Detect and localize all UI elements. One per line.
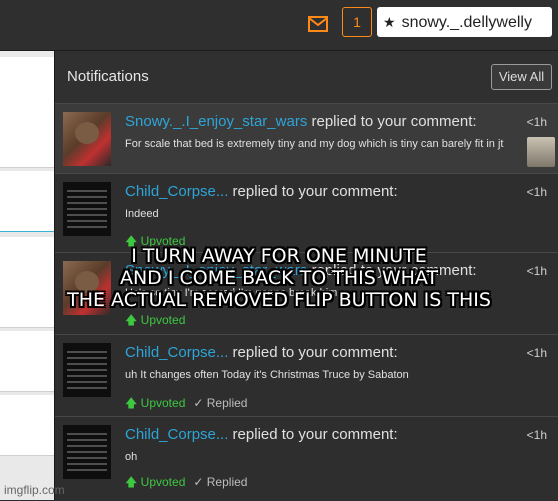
notification-title: Child_Corpse... replied to your comment: (125, 183, 398, 200)
comment-text: oh (125, 451, 138, 463)
caption-line: I TURN AWAY FOR ONE MINUTE (131, 245, 427, 267)
notification-title: Snowy._.I_enjoy_star_wars replied to you… (125, 113, 477, 130)
comment-text: For scale that bed is extremely tiny and… (125, 138, 504, 150)
status-row: 🡅 Upvoted ✓ Replied (125, 473, 247, 494)
panel-header: Notifications View All (55, 51, 558, 103)
timestamp: <1h (526, 346, 547, 360)
notification-title: Child_Corpse... replied to your comment: (125, 344, 398, 361)
user-link[interactable]: Child_Corpse... (125, 183, 228, 200)
page-row (0, 171, 54, 232)
meme-caption: I TURN AWAY FOR ONE MINUTE AND I COME BA… (0, 245, 558, 311)
page-row (0, 331, 54, 392)
top-bar: 1 ★ snowy._.dellywelly (0, 0, 558, 51)
view-all-button[interactable]: View All (491, 64, 552, 90)
watermark: imgflip.com (4, 483, 65, 497)
upvoted-label: Upvoted (140, 396, 186, 410)
image-thumbnail[interactable] (527, 137, 555, 167)
caption-line: AND I COME BACK TO THIS WHAT (119, 267, 439, 289)
page-row (0, 395, 54, 456)
notification-item[interactable]: Snowy._.I_enjoy_star_wars replied to you… (55, 103, 558, 174)
panel-title: Notifications (67, 68, 149, 85)
timestamp: <1h (526, 185, 547, 199)
timestamp: <1h (526, 115, 547, 129)
upvote-arrow-icon: 🡅 (125, 313, 141, 327)
status-row: 🡅 Upvoted (125, 311, 185, 332)
status-row: 🡅 Upvoted ✓ Replied (125, 394, 247, 415)
notification-count-button[interactable]: 1 (342, 7, 372, 37)
avatar (63, 112, 111, 166)
avatar (63, 425, 111, 479)
caption-line: THE ACTUAL REMOVED FLIP BUTTON IS THIS (67, 289, 491, 311)
upvote-arrow-icon: 🡅 (125, 396, 141, 410)
replied-label: Replied (206, 475, 248, 489)
user-link[interactable]: Snowy._.I_enjoy_star_wars (125, 113, 307, 130)
action-text: replied to your comment: (228, 344, 398, 361)
action-text: replied to your comment: (228, 183, 398, 200)
upvoted-label: Upvoted (140, 313, 186, 327)
notification-item[interactable]: Child_Corpse... replied to your comment:… (55, 416, 558, 501)
star-icon: ★ (383, 14, 396, 30)
action-text: replied to your comment: (307, 113, 477, 130)
avatar (63, 182, 111, 236)
notification-item[interactable]: Child_Corpse... replied to your comment:… (55, 173, 558, 253)
check-icon: ✓ (193, 396, 207, 410)
check-icon: ✓ (193, 475, 207, 489)
divider (0, 231, 54, 232)
mail-icon[interactable] (306, 12, 330, 36)
notification-title: Child_Corpse... replied to your comment: (125, 426, 398, 443)
upvoted-label: Upvoted (140, 475, 186, 489)
notification-item[interactable]: Child_Corpse... replied to your comment:… (55, 334, 558, 417)
timestamp: <1h (526, 428, 547, 442)
replied-label: Replied (206, 396, 248, 410)
comment-text: Indeed (125, 208, 159, 220)
user-link[interactable]: Child_Corpse... (125, 426, 228, 443)
user-menu-button[interactable]: ★ snowy._.dellywelly (377, 7, 552, 37)
avatar (63, 343, 111, 397)
upvote-arrow-icon: 🡅 (125, 475, 141, 489)
username: snowy._.dellywelly (401, 14, 532, 31)
page-row (0, 57, 54, 168)
action-text: replied to your comment: (228, 426, 398, 443)
comment-text: uh It changes often Today it's Christmas… (125, 369, 409, 381)
user-link[interactable]: Child_Corpse... (125, 344, 228, 361)
